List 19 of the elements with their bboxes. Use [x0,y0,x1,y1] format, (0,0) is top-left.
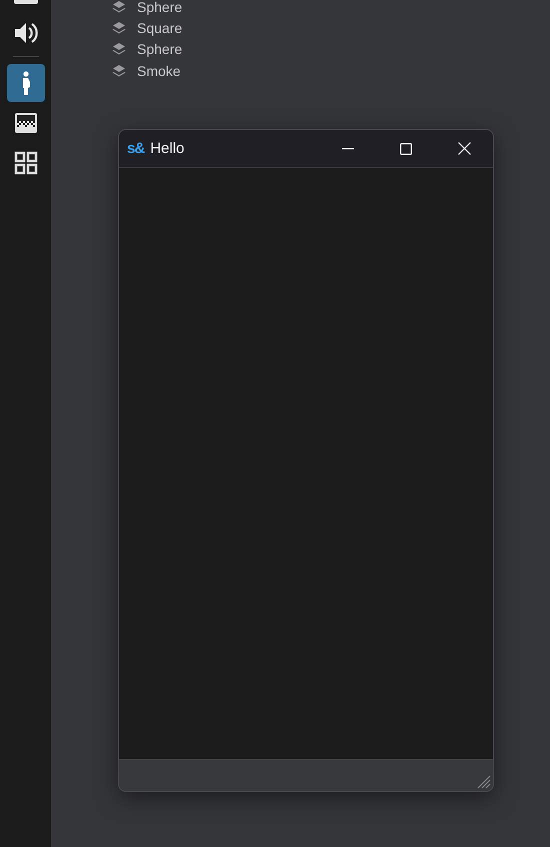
speaker-icon [12,21,38,45]
maximize-icon [400,142,412,155]
layer-name[interactable]: Smoke [137,62,181,79]
layers-icon [112,42,126,56]
layers-icon [112,0,126,14]
layer-name[interactable]: Sphere [137,41,182,58]
layers-icon [112,20,126,35]
layer-name[interactable]: Sphere [137,0,182,15]
window-title: Hello [150,140,186,158]
layer-name[interactable]: Square [137,20,182,36]
gradient-icon [14,112,38,134]
layers-icon [112,64,126,78]
panel-icon [12,0,38,5]
resize-grip-icon[interactable] [475,773,491,790]
grid-icon [14,151,38,175]
app-logo: s& [127,140,144,158]
minimize-icon [342,148,354,150]
close-icon [458,142,470,156]
sidebar-button[interactable] [6,64,44,102]
